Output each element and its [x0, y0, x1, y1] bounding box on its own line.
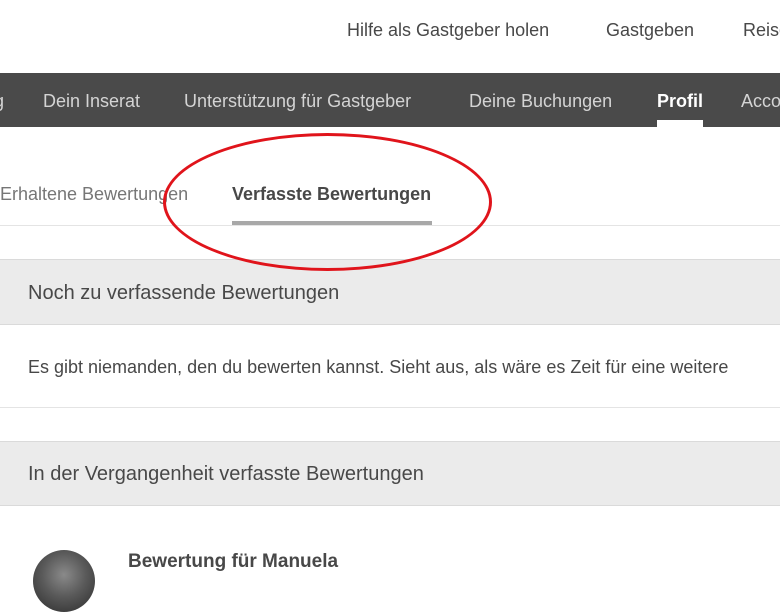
- divider: [0, 407, 780, 408]
- host-link[interactable]: Gastgeben: [606, 19, 694, 41]
- nav-item-listing[interactable]: Dein Inserat: [43, 90, 140, 112]
- avatar[interactable]: [33, 550, 95, 612]
- main-navbar: g Dein Inserat Unterstützung für Gastgeb…: [0, 73, 780, 127]
- top-header: Hilfe als Gastgeber holen Gastgeben Reis…: [0, 0, 780, 73]
- nav-item-profile[interactable]: Profil: [657, 90, 703, 112]
- pending-reviews-title: Noch zu verfassende Bewertungen: [28, 282, 340, 304]
- past-reviews-title: In der Vergangenheit verfasste Bewertung…: [28, 463, 424, 485]
- divider: [0, 225, 780, 226]
- host-help-link[interactable]: Hilfe als Gastgeber holen: [347, 19, 549, 41]
- nav-item-bookings[interactable]: Deine Buchungen: [469, 90, 612, 112]
- travel-link[interactable]: Reise: [743, 19, 780, 41]
- tab-written-reviews[interactable]: Verfasste Bewertungen: [232, 183, 431, 205]
- past-reviews-header: In der Vergangenheit verfasste Bewertung…: [0, 441, 780, 506]
- nav-item-host-support[interactable]: Unterstützung für Gastgeber: [184, 90, 411, 112]
- pending-reviews-message: Es gibt niemanden, den du bewerten kanns…: [28, 357, 729, 377]
- nav-item-partial-left[interactable]: g: [0, 90, 4, 112]
- tab-received-reviews[interactable]: Erhaltene Bewertungen: [0, 183, 188, 205]
- review-title[interactable]: Bewertung für Manuela: [128, 550, 338, 574]
- nav-active-indicator: [657, 120, 703, 127]
- nav-item-account[interactable]: Acco: [741, 90, 780, 112]
- pending-reviews-header: Noch zu verfassende Bewertungen: [0, 259, 780, 325]
